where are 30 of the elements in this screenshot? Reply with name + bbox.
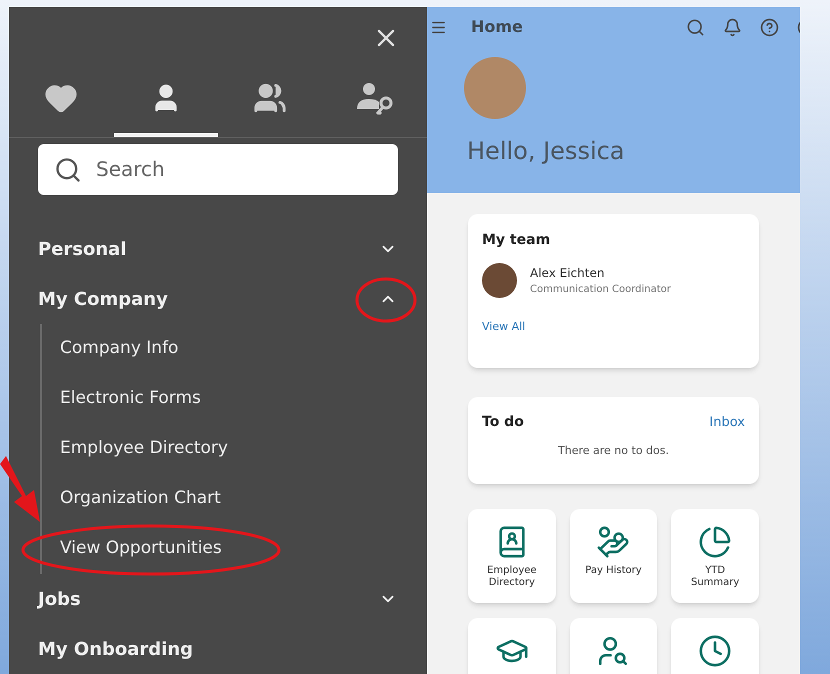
shortcut-tile[interactable]: YTD Summary bbox=[671, 509, 759, 603]
hand-coin-icon bbox=[596, 525, 630, 559]
shortcut-tile[interactable]: Employee Directory bbox=[468, 509, 556, 603]
view-all-link[interactable]: View All bbox=[482, 319, 526, 336]
person-key-icon bbox=[356, 81, 394, 116]
nav-item[interactable]: Organization Chart bbox=[60, 486, 221, 512]
nav-item[interactable]: Company Info bbox=[60, 336, 178, 362]
member-name: Alex Eichten bbox=[530, 265, 606, 282]
page-title: Home bbox=[471, 16, 523, 38]
help-icon[interactable] bbox=[760, 18, 779, 36]
pie-chart-icon bbox=[698, 525, 732, 559]
member-role: Communication Coordinator bbox=[530, 283, 671, 297]
clock-icon bbox=[698, 634, 732, 668]
nav-item[interactable]: Electronic Forms bbox=[60, 386, 201, 412]
nav-section[interactable]: My Company bbox=[38, 286, 168, 312]
empty-message: There are no to dos. bbox=[558, 443, 669, 459]
nav-section[interactable]: Jobs bbox=[38, 586, 81, 612]
nav-section[interactable]: Personal bbox=[38, 236, 126, 262]
notification-bell-icon[interactable] bbox=[723, 18, 742, 36]
search-icon[interactable] bbox=[686, 18, 705, 36]
search-field[interactable]: Search bbox=[38, 144, 398, 195]
nav-section[interactable]: My Onboarding bbox=[38, 636, 194, 662]
inbox-link[interactable]: Inbox bbox=[709, 412, 745, 432]
greeting: Hello, Jessica bbox=[467, 136, 626, 167]
card-title: To do bbox=[482, 413, 524, 432]
shortcut-tile[interactable]: Pay History bbox=[570, 509, 658, 603]
search-icon bbox=[54, 156, 82, 184]
card-title: My team bbox=[482, 231, 552, 250]
avatar-placeholder bbox=[482, 263, 517, 298]
nav-item[interactable]: Employee Directory bbox=[60, 436, 228, 462]
